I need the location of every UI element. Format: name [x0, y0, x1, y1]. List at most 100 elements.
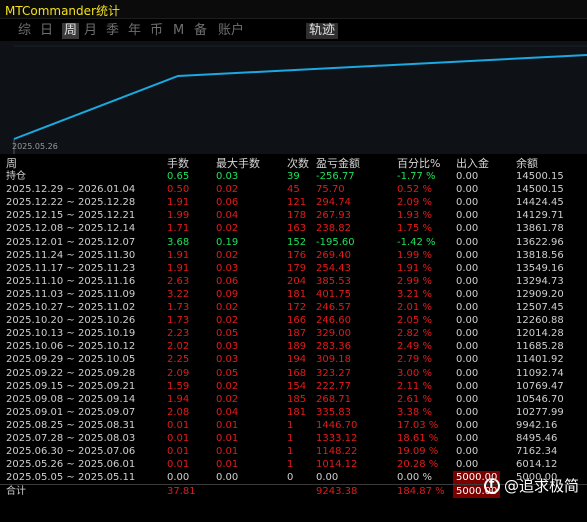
- cell-inout: 0.00: [456, 406, 479, 418]
- cell-pct: 1.75 %: [397, 223, 432, 235]
- cell-max_lots: 0.03: [216, 341, 239, 353]
- cell-max_lots: 0.00: [216, 472, 239, 484]
- tab-1[interactable]: 日: [40, 23, 53, 39]
- tab-8[interactable]: 备: [194, 23, 207, 39]
- table-row: 2025.11.10 ~ 2025.11.16 2.63 0.06 204 385.53…: [0, 275, 587, 288]
- table-row: 2025.09.22 ~ 2025.09.28 2.09 0.05 168 323.27…: [0, 367, 587, 380]
- week-range: 2025.05.26 ~ 2025.06.01: [6, 459, 136, 471]
- cell-pnl: 254.43: [316, 262, 351, 274]
- cell-count: 179: [287, 262, 307, 274]
- tab-4[interactable]: 季: [106, 23, 119, 39]
- cell-count: 185: [287, 393, 307, 405]
- cell-pnl: -195.60: [316, 236, 355, 248]
- cell-count: 1: [287, 419, 294, 431]
- week-range: 2025.07.28 ~ 2025.08.03: [6, 432, 136, 444]
- cell-pct: 2.49 %: [397, 341, 432, 353]
- cell-inout: 0.00: [456, 262, 479, 274]
- tab-9[interactable]: 账户: [218, 23, 244, 39]
- cell-inout: 0.00: [456, 446, 479, 458]
- table-row: 2025.11.17 ~ 2025.11.23 1.91 0.03 179 254.43…: [0, 262, 587, 275]
- cell-inout: 0.00: [456, 354, 479, 366]
- cell-balance: 11401.92: [516, 354, 564, 366]
- cell-balance: 7162.34: [516, 446, 558, 458]
- cell-inout: 0.00: [456, 197, 479, 209]
- cell-balance: 13294.73: [516, 275, 564, 287]
- cell-max_lots: 0.02: [216, 223, 239, 235]
- cell-lots: 3.68: [167, 236, 190, 248]
- cell-pnl: 323.27: [316, 367, 351, 379]
- table-row: 2025.12.15 ~ 2025.12.21 1.99 0.04 178 267.93…: [0, 209, 587, 222]
- cell-max_lots: 0.03: [216, 262, 239, 274]
- tab-2[interactable]: 周: [62, 23, 80, 39]
- cell-pnl: 238.82: [316, 223, 351, 235]
- title-bar: MTCommander统计: [0, 0, 587, 19]
- cell-inout: 0.00: [456, 184, 479, 196]
- cell-balance: 14129.71: [516, 210, 564, 222]
- holding-row: 持仓 0.65 0.03 39 -256.77 -1.77 % 0.00 14500.15: [0, 170, 587, 183]
- cell-count: 163: [287, 223, 307, 235]
- cell-pnl: 246.60: [316, 315, 351, 327]
- week-range: 2025.05.05 ~ 2025.05.11: [6, 472, 136, 484]
- cell-pct: 3.00 %: [397, 367, 432, 379]
- watermark-text: @追求极简: [503, 477, 579, 495]
- cell-pct: 1.99 %: [397, 249, 432, 261]
- table-row: 2025.11.03 ~ 2025.11.09 3.22 0.09 181 401.75…: [0, 288, 587, 301]
- cell-pnl: 283.36: [316, 341, 351, 353]
- table-header: 周 手数 最大手数 次数 盈亏金额 百分比% 出入金 余额: [0, 157, 587, 170]
- cell-balance: 9942.16: [516, 419, 558, 431]
- cell-count: 176: [287, 249, 307, 261]
- cell-pct: 2.11 %: [397, 380, 432, 392]
- cell-inout: 0.00: [456, 367, 479, 379]
- holding-inout: 0.00: [456, 171, 479, 183]
- total-pct: 184.87 %: [397, 486, 445, 498]
- week-range: 2025.08.25 ~ 2025.08.31: [6, 419, 136, 431]
- cell-count: 189: [287, 341, 307, 353]
- tab-10[interactable]: 轨迹: [306, 23, 339, 39]
- tab-3[interactable]: 月: [84, 23, 97, 39]
- cell-balance: 6014.12: [516, 459, 558, 471]
- tab-7[interactable]: M: [173, 23, 184, 39]
- cell-pct: 2.01 %: [397, 302, 432, 314]
- cell-lots: 2.63: [167, 275, 190, 287]
- cell-pnl: 335.83: [316, 406, 351, 418]
- cell-max_lots: 0.09: [216, 288, 239, 300]
- cell-inout: 0.00: [456, 223, 479, 235]
- week-range: 2025.10.06 ~ 2025.10.12: [6, 341, 136, 353]
- week-range: 2025.09.29 ~ 2025.10.05: [6, 354, 136, 366]
- tab-5[interactable]: 年: [128, 23, 141, 39]
- week-range: 2025.12.08 ~ 2025.12.14: [6, 223, 136, 235]
- week-range: 2025.11.10 ~ 2025.11.16: [6, 275, 136, 287]
- cell-lots: 0.50: [167, 184, 190, 196]
- cell-lots: 3.22: [167, 288, 190, 300]
- cell-count: 166: [287, 315, 307, 327]
- facebook-icon: [483, 477, 500, 494]
- cell-lots: 1.91: [167, 249, 190, 261]
- cell-pct: 2.61 %: [397, 393, 432, 405]
- week-range: 2025.09.15 ~ 2025.09.21: [6, 380, 136, 392]
- cell-inout: 0.00: [456, 302, 479, 314]
- cell-inout: 0.00: [456, 249, 479, 261]
- cell-count: 45: [287, 184, 300, 196]
- week-range: 2025.09.01 ~ 2025.09.07: [6, 406, 136, 418]
- week-range: 2025.11.24 ~ 2025.11.30: [6, 249, 136, 261]
- tab-6[interactable]: 币: [150, 23, 163, 39]
- cell-pnl: 222.77: [316, 380, 351, 392]
- cell-balance: 11685.28: [516, 341, 564, 353]
- cell-max_lots: 0.02: [216, 315, 239, 327]
- holding-balance: 14500.15: [516, 171, 564, 183]
- watermark: @追求极简: [483, 475, 579, 496]
- chart-start-date: 2025.05.26: [12, 142, 58, 151]
- table-row: 2025.09.08 ~ 2025.09.14 1.94 0.02 185 268.71…: [0, 393, 587, 406]
- cell-balance: 12014.28: [516, 328, 564, 340]
- cell-count: 0: [287, 472, 294, 484]
- cell-balance: 12260.88: [516, 315, 564, 327]
- cell-balance: 14500.15: [516, 184, 564, 196]
- tab-0[interactable]: 综: [18, 23, 31, 39]
- table-row: 2025.06.30 ~ 2025.07.06 0.01 0.01 1 1148.22 1…: [0, 445, 587, 458]
- cell-pct: 17.03 %: [397, 419, 439, 431]
- column-header: 百分比%: [397, 157, 441, 170]
- cell-max_lots: 0.02: [216, 302, 239, 314]
- cell-balance: 14424.45: [516, 197, 564, 209]
- week-range: 2025.10.20 ~ 2025.10.26: [6, 315, 136, 327]
- cell-pct: 2.99 %: [397, 275, 432, 287]
